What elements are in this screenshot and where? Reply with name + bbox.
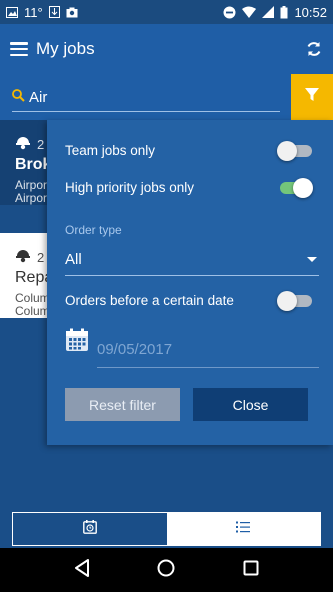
reset-filter-button[interactable]: Reset filter (65, 388, 180, 421)
high-priority-toggle[interactable] (279, 177, 313, 198)
order-type-select[interactable]: All (65, 244, 319, 276)
status-bar: 11° 10:52 (0, 0, 333, 24)
signal-icon (262, 6, 275, 18)
filter-icon (305, 87, 319, 107)
filter-panel: Team jobs only High priority jobs only O… (47, 120, 333, 445)
job-location: Airpor (15, 178, 48, 192)
refresh-icon[interactable] (305, 40, 323, 58)
recents-icon[interactable] (243, 560, 259, 581)
clock: 10:52 (294, 4, 327, 20)
search-field[interactable] (12, 84, 280, 112)
download-notification-icon (48, 6, 60, 18)
calendar-clock-icon (82, 519, 97, 539)
job-title: Brok (15, 156, 52, 173)
team-jobs-label: Team jobs only (65, 142, 156, 158)
search-row (0, 74, 333, 120)
battery-icon (280, 5, 288, 19)
list-icon (236, 520, 251, 538)
tab-calendar-view[interactable] (13, 513, 167, 545)
app-bar: My jobs (0, 24, 333, 74)
high-priority-label: High priority jobs only (65, 179, 195, 195)
search-icon (12, 88, 25, 107)
camera-notification-icon (66, 7, 78, 18)
dropdown-arrow-icon (307, 257, 317, 262)
worker-helmet-icon (15, 247, 31, 268)
date-field[interactable]: 09/05/2017 (97, 332, 319, 368)
job-address: Airpor (15, 191, 48, 205)
job-location: Colum (15, 291, 50, 305)
high-priority-row: High priority jobs only (65, 177, 313, 198)
order-type-value: All (65, 251, 82, 268)
wifi-icon (242, 6, 257, 18)
before-date-toggle[interactable] (277, 290, 313, 311)
before-date-label: Orders before a certain date (65, 292, 234, 308)
temperature: 11° (24, 4, 43, 20)
before-date-row: Orders before a certain date (65, 290, 313, 311)
job-number: 2 (37, 137, 45, 152)
back-icon[interactable] (74, 558, 90, 582)
home-icon[interactable] (157, 559, 175, 582)
date-row: 09/05/2017 (65, 328, 319, 368)
filter-button[interactable] (291, 74, 333, 120)
job-address: Colum (15, 304, 50, 318)
close-button[interactable]: Close (193, 388, 308, 421)
system-nav-bar (0, 548, 333, 592)
team-jobs-toggle[interactable] (277, 140, 313, 161)
worker-helmet-icon (15, 134, 31, 155)
job-number: 2 (37, 250, 45, 265)
calendar-icon[interactable] (65, 328, 89, 357)
view-switcher (12, 512, 321, 546)
search-input[interactable] (29, 89, 259, 106)
order-type-label: Order type (65, 223, 122, 237)
team-jobs-row: Team jobs only (65, 140, 313, 161)
image-notification-icon (6, 6, 18, 18)
menu-icon[interactable] (10, 42, 28, 56)
tab-list-view[interactable] (166, 513, 320, 545)
page-title: My jobs (36, 39, 95, 58)
dnd-icon (223, 6, 236, 19)
